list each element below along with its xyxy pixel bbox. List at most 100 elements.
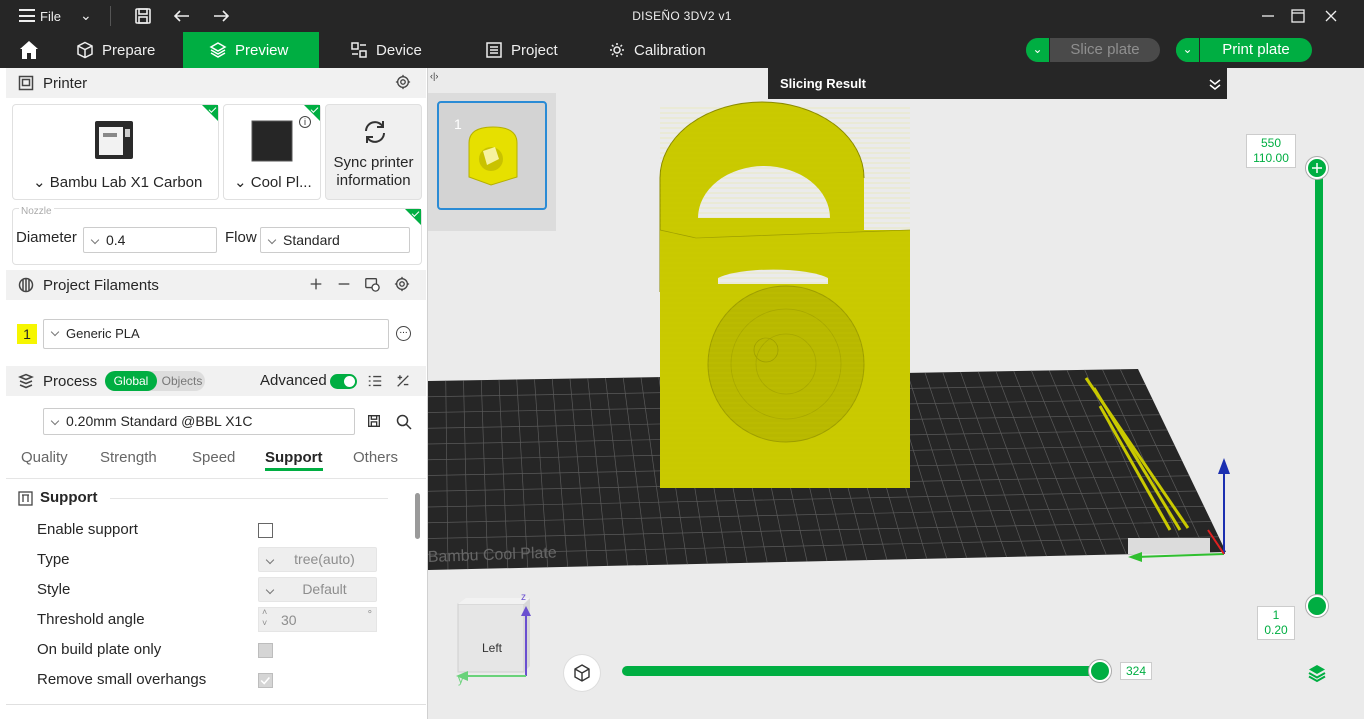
enable-support-checkbox[interactable] — [258, 523, 273, 538]
tab-quality[interactable]: Quality — [21, 449, 68, 466]
style-label: Style — [37, 581, 71, 598]
axis-y-label: y — [458, 674, 464, 686]
remove-overhangs-checkbox[interactable] — [258, 673, 273, 688]
print-plate-button[interactable]: ⌄ Print plate — [1176, 38, 1312, 62]
move-slider-handle[interactable] — [1089, 660, 1111, 682]
sync-printer-button[interactable]: Sync printer information — [325, 104, 422, 200]
filaments-header-label: Project Filaments — [43, 276, 159, 294]
section-divider — [110, 498, 388, 499]
plus-icon — [1312, 163, 1322, 173]
threshold-angle-spinner[interactable]: ˄ ˅ 30 ° — [258, 607, 377, 632]
save-preset-icon[interactable] — [366, 413, 382, 429]
filament-index[interactable]: 1 — [17, 324, 37, 344]
sliced-model — [659, 101, 911, 488]
sync-text: Sync printer information — [326, 154, 421, 190]
search-icon[interactable] — [395, 413, 413, 431]
build-plate-only-checkbox[interactable] — [258, 643, 273, 658]
tab-prepare-label: Prepare — [102, 41, 156, 59]
toggle-objects[interactable]: Objects — [159, 371, 205, 391]
view-cube-face-label: Left — [482, 641, 503, 655]
layer-range-slider[interactable] — [1315, 168, 1323, 608]
list-icon[interactable] — [367, 373, 383, 389]
home-button[interactable] — [8, 32, 50, 68]
plate-thumbnail[interactable]: 1 — [437, 101, 547, 210]
printer-header: Printer — [6, 68, 426, 98]
info-icon[interactable]: i — [299, 116, 311, 128]
tab-calibration-label: Calibration — [634, 41, 706, 59]
nozzle-label: Nozzle — [19, 206, 54, 217]
double-chevron-down-icon[interactable] — [1208, 77, 1222, 91]
switch-knob — [344, 376, 355, 387]
diameter-label: Diameter — [16, 229, 77, 246]
plate-list: 1 — [428, 93, 556, 231]
style-select[interactable]: Default — [258, 577, 377, 602]
minimize-icon[interactable] — [1258, 6, 1278, 26]
layers-icon — [209, 42, 227, 58]
diameter-select[interactable]: 0.4 — [83, 227, 217, 253]
slice-plate-button[interactable]: ⌄ Slice plate — [1026, 38, 1160, 62]
layer-bottom-label: 1 0.20 — [1257, 606, 1295, 640]
process-icon — [18, 373, 34, 389]
move-slider-value: 324 — [1120, 662, 1152, 680]
slicing-result-bar[interactable]: Slicing Result — [768, 68, 1227, 99]
view-reset-button[interactable] — [564, 655, 600, 691]
tab-project[interactable]: Project — [475, 32, 568, 68]
maximize-icon[interactable] — [1288, 6, 1308, 26]
sync-filament-icon[interactable] — [364, 276, 380, 292]
gear-icon[interactable] — [395, 74, 411, 90]
type-select[interactable]: tree(auto) — [258, 547, 377, 572]
move-slider[interactable] — [622, 666, 1106, 676]
compare-icon[interactable] — [395, 373, 411, 389]
flow-select[interactable]: Standard — [260, 227, 410, 253]
layer-top-handle[interactable] — [1306, 157, 1328, 179]
tab-strength[interactable]: Strength — [100, 449, 157, 466]
printer-image — [95, 121, 133, 159]
chevron-down-icon[interactable]: ⌄ — [1026, 38, 1050, 62]
close-icon[interactable] — [1321, 6, 1341, 26]
plate-type: ⌄ Cool Pl... — [234, 174, 312, 191]
tab-speed[interactable]: Speed — [192, 449, 235, 466]
gear-icon[interactable] — [394, 276, 410, 292]
more-icon[interactable]: ... — [396, 326, 411, 341]
left-panel: Printer ⌄ Bambu Lab X1 Carbon i ⌄ Cool P… — [6, 68, 428, 719]
tab-support[interactable]: Support — [265, 449, 323, 471]
divider — [6, 478, 426, 479]
threshold-angle-unit: ° — [367, 609, 372, 621]
nozzle-group: Nozzle Diameter 0.4 Flow Standard — [12, 206, 422, 265]
toggle-global[interactable]: Global — [105, 371, 157, 391]
device-icon — [351, 42, 367, 58]
tab-prepare[interactable]: Prepare — [66, 32, 165, 68]
layers-icon[interactable] — [1306, 662, 1328, 684]
global-objects-toggle[interactable]: Global Objects — [105, 371, 205, 391]
scene: Bambu Cool Plate — [428, 101, 1230, 719]
tab-device[interactable]: Device — [340, 32, 432, 68]
window-title: DISEÑO 3DV2 v1 — [632, 9, 732, 23]
build-plate-only-label: On build plate only — [37, 641, 162, 658]
plate-select-card[interactable]: i ⌄ Cool Pl... — [223, 104, 321, 200]
remove-icon[interactable] — [336, 276, 352, 292]
chevron-down-icon[interactable]: ⌄ — [1176, 38, 1200, 62]
tab-others[interactable]: Others — [353, 449, 398, 466]
support-section-icon — [18, 491, 33, 506]
settings-scrollbar[interactable] — [415, 493, 420, 539]
threshold-angle-value: 30 — [281, 612, 297, 628]
layer-bottom-count: 1 — [1272, 608, 1280, 622]
filament-select[interactable]: Generic PLA — [43, 319, 389, 349]
advanced-switch[interactable] — [330, 374, 357, 389]
preview-viewport[interactable]: ‹|› Bambu Cool Plate 1 Slicing Result 55… — [428, 68, 1364, 719]
printer-model: ⌄ Bambu Lab X1 Carbon — [33, 174, 203, 191]
layer-bottom-handle[interactable] — [1306, 595, 1328, 617]
tab-preview[interactable]: Preview — [183, 32, 319, 68]
printer-model-label: Bambu Lab X1 Carbon — [49, 174, 203, 191]
printer-select-card[interactable]: ⌄ Bambu Lab X1 Carbon — [12, 104, 219, 200]
spin-arrows-icon[interactable]: ˄ ˅ — [262, 607, 267, 629]
flow-label: Flow — [225, 229, 257, 246]
process-preset-select[interactable]: 0.20mm Standard @BBL X1C — [43, 408, 355, 435]
tab-calibration[interactable]: Calibration — [598, 32, 716, 68]
view-cube[interactable]: Left z y — [448, 592, 538, 686]
add-icon[interactable] — [308, 276, 324, 292]
home-icon — [20, 41, 38, 59]
panel-bottom-divider — [6, 704, 426, 705]
filament-icon — [18, 277, 34, 293]
process-header: Process Global Objects Advanced — [6, 366, 426, 396]
